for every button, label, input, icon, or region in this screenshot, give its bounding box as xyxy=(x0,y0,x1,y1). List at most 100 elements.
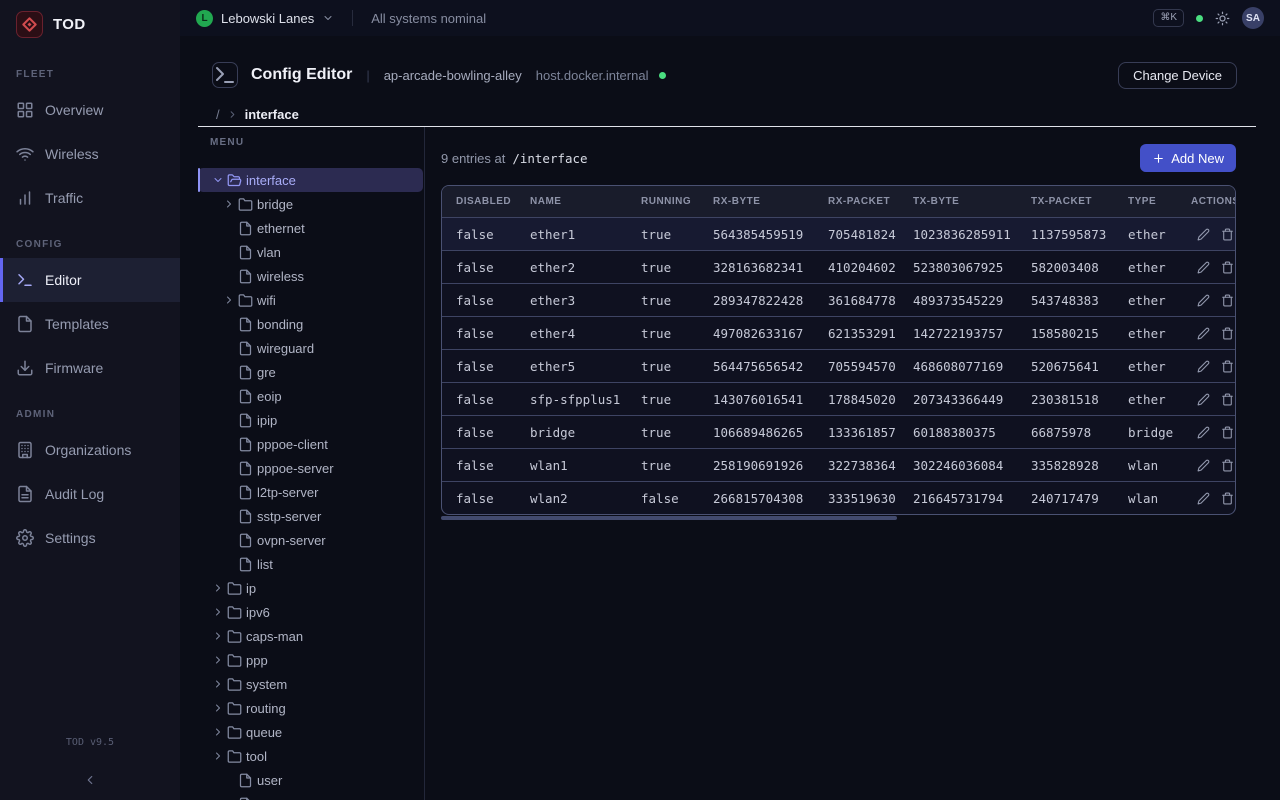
cell-actions xyxy=(1191,492,1235,505)
cell-rx-byte: 328163682341 xyxy=(713,260,828,275)
delete-row-button[interactable] xyxy=(1221,426,1234,439)
chart-icon xyxy=(16,189,34,207)
edit-row-button[interactable] xyxy=(1197,261,1210,274)
sidebar-item-editor[interactable]: Editor xyxy=(0,258,180,302)
delete-row-button[interactable] xyxy=(1221,294,1234,307)
tree-item-ethernet[interactable]: ethernet xyxy=(198,216,423,240)
cell-disabled: false xyxy=(442,293,530,308)
sidebar-item-traffic[interactable]: Traffic xyxy=(0,176,180,220)
delete-row-button[interactable] xyxy=(1221,393,1234,406)
file-icon xyxy=(238,317,253,332)
cell-actions xyxy=(1191,261,1235,274)
tree-item-partial[interactable] xyxy=(198,792,423,800)
tree-item-sstp-server[interactable]: sstp-server xyxy=(198,504,423,528)
tree-item-wifi[interactable]: wifi xyxy=(198,288,423,312)
delete-row-button[interactable] xyxy=(1221,360,1234,373)
workspace: MENU interfacebridgeethernetvlanwireless… xyxy=(180,127,1280,800)
column-header-type: TYPE xyxy=(1128,196,1191,207)
tree-item-ip[interactable]: ip xyxy=(198,576,423,600)
tree-item-eoip[interactable]: eoip xyxy=(198,384,423,408)
sidebar-item-overview[interactable]: Overview xyxy=(0,88,180,132)
cell-rx-packet: 361684778 xyxy=(828,293,913,308)
cell-disabled: false xyxy=(442,425,530,440)
delete-row-button[interactable] xyxy=(1221,261,1234,274)
edit-row-button[interactable] xyxy=(1197,459,1210,472)
chevron-right-icon xyxy=(212,582,224,594)
delete-row-button[interactable] xyxy=(1221,327,1234,340)
tree-item-queue[interactable]: queue xyxy=(198,720,423,744)
cell-rx-byte: 266815704308 xyxy=(713,491,828,506)
cell-disabled: false xyxy=(442,458,530,473)
folder-icon xyxy=(227,701,242,716)
edit-row-button[interactable] xyxy=(1197,426,1210,439)
tree-item-ppp[interactable]: ppp xyxy=(198,648,423,672)
delete-row-button[interactable] xyxy=(1221,492,1234,505)
sidebar-item-organizations[interactable]: Organizations xyxy=(0,428,180,472)
tree-item-ipip[interactable]: ipip xyxy=(198,408,423,432)
breadcrumb-root[interactable]: / xyxy=(216,107,220,122)
tree-item-wireguard[interactable]: wireguard xyxy=(198,336,423,360)
sidebar-collapse-button[interactable] xyxy=(0,760,180,800)
menu-label: MENU xyxy=(210,137,424,148)
cell-tx-byte: 489373545229 xyxy=(913,293,1031,308)
sidebar-item-settings[interactable]: Settings xyxy=(0,516,180,560)
edit-row-button[interactable] xyxy=(1197,393,1210,406)
tree-item-l2tp-server[interactable]: l2tp-server xyxy=(198,480,423,504)
file-icon xyxy=(238,509,253,524)
column-header-rx-byte: RX-BYTE xyxy=(713,196,828,207)
cell-type: ether xyxy=(1128,359,1191,374)
edit-row-button[interactable] xyxy=(1197,294,1210,307)
tree-item-pppoe-server[interactable]: pppoe-server xyxy=(198,456,423,480)
file-icon xyxy=(238,365,253,380)
command-palette-shortcut[interactable]: ⌘K xyxy=(1153,9,1184,27)
tree-item-label: ovpn-server xyxy=(257,533,326,548)
tree-item-vlan[interactable]: vlan xyxy=(198,240,423,264)
edit-row-button[interactable] xyxy=(1197,228,1210,241)
sidebar-item-audit-log[interactable]: Audit Log xyxy=(0,472,180,516)
chevron-right-icon xyxy=(227,109,238,120)
sidebar-item-wireless[interactable]: Wireless xyxy=(0,132,180,176)
pencil-icon xyxy=(1197,426,1210,439)
tree-item-bonding[interactable]: bonding xyxy=(198,312,423,336)
tree-item-list[interactable]: list xyxy=(198,552,423,576)
edit-row-button[interactable] xyxy=(1197,492,1210,505)
cell-running: true xyxy=(641,227,713,242)
change-device-button[interactable]: Change Device xyxy=(1118,62,1237,89)
tree-item-ipv6[interactable]: ipv6 xyxy=(198,600,423,624)
tree-item-caps-man[interactable]: caps-man xyxy=(198,624,423,648)
delete-row-button[interactable] xyxy=(1221,459,1234,472)
horizontal-scrollbar-thumb[interactable] xyxy=(441,516,897,520)
cell-tx-packet: 335828928 xyxy=(1031,458,1128,473)
sidebar-item-firmware[interactable]: Firmware xyxy=(0,346,180,390)
user-avatar[interactable]: SA xyxy=(1242,7,1264,29)
tree-item-interface[interactable]: interface xyxy=(198,168,423,192)
edit-row-button[interactable] xyxy=(1197,360,1210,373)
theme-toggle-sun-icon[interactable] xyxy=(1215,11,1230,26)
edit-row-button[interactable] xyxy=(1197,327,1210,340)
tree-item-pppoe-client[interactable]: pppoe-client xyxy=(198,432,423,456)
tree-item-user[interactable]: user xyxy=(198,768,423,792)
add-new-button[interactable]: Add New xyxy=(1140,144,1236,172)
cell-rx-byte: 143076016541 xyxy=(713,392,828,407)
tree-item-tool[interactable]: tool xyxy=(198,744,423,768)
cell-disabled: false xyxy=(442,227,530,242)
cell-rx-packet: 705594570 xyxy=(828,359,913,374)
table-row: falseether3true2893478224283616847784893… xyxy=(442,283,1235,316)
tree-item-system[interactable]: system xyxy=(198,672,423,696)
org-selector[interactable]: L Lebowski Lanes xyxy=(196,10,334,27)
cell-running: true xyxy=(641,260,713,275)
folder-icon xyxy=(227,581,242,596)
tree-item-label: system xyxy=(246,677,287,692)
tree-item-wireless[interactable]: wireless xyxy=(198,264,423,288)
tree-item-bridge[interactable]: bridge xyxy=(198,192,423,216)
tree-item-gre[interactable]: gre xyxy=(198,360,423,384)
delete-row-button[interactable] xyxy=(1221,228,1234,241)
cell-disabled: false xyxy=(442,359,530,374)
sidebar-item-templates[interactable]: Templates xyxy=(0,302,180,346)
header-divider: | xyxy=(366,68,369,83)
sidebar-item-label: Settings xyxy=(45,530,96,546)
cell-tx-byte: 142722193757 xyxy=(913,326,1031,341)
cell-rx-packet: 621353291 xyxy=(828,326,913,341)
tree-item-ovpn-server[interactable]: ovpn-server xyxy=(198,528,423,552)
tree-item-routing[interactable]: routing xyxy=(198,696,423,720)
